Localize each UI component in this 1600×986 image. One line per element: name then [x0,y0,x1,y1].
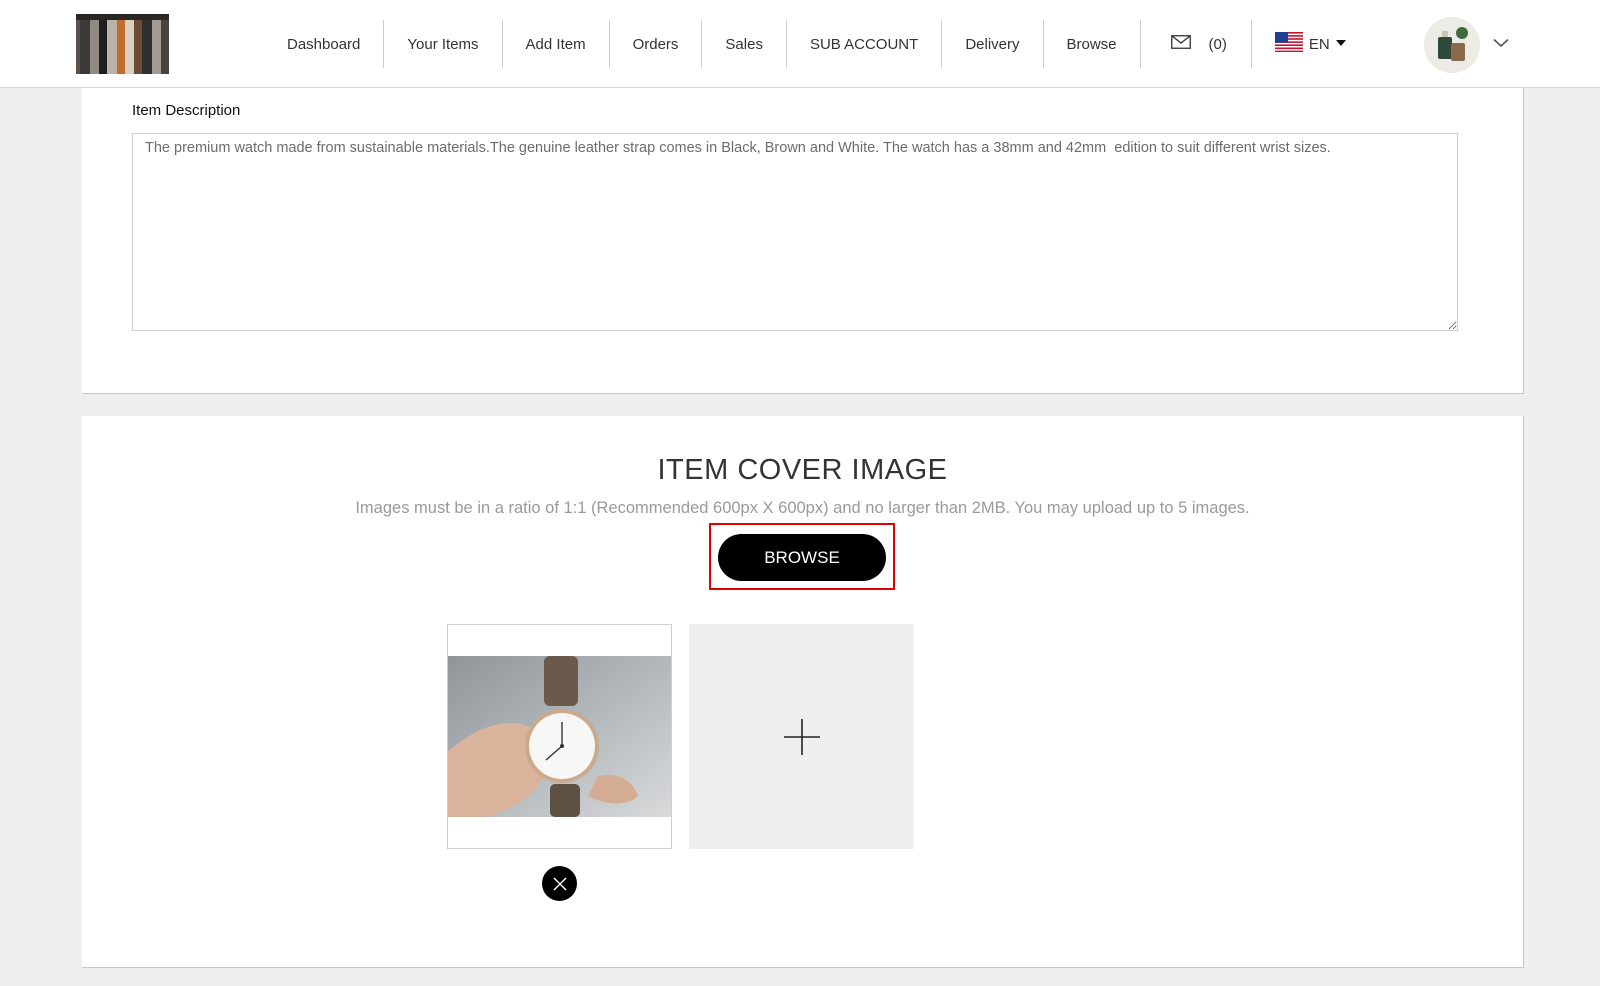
uploaded-image-thumbnail [447,624,672,849]
nav-sub-account[interactable]: SUB ACCOUNT [787,20,943,68]
section-title: ITEM COVER IMAGE [657,454,948,486]
clothes-rack-logo[interactable] [76,14,169,74]
messages-link[interactable]: (0) [1141,20,1252,68]
remove-image-button[interactable] [542,866,577,901]
upload-hint: Images must be in a ratio of 1:1 (Recomm… [355,499,1250,517]
plus-icon [783,718,820,755]
item-cover-image-panel: ITEM COVER IMAGE Images must be in a rat… [82,416,1524,968]
nav-dashboard[interactable]: Dashboard [264,20,385,68]
language-code: EN [1308,35,1330,53]
envelope-icon [1170,35,1209,53]
browse-highlight: BROWSE [709,523,895,590]
item-description-panel: Item Description The premium watch made … [82,88,1524,394]
add-image-tile[interactable] [689,624,914,849]
avatar[interactable] [1424,17,1480,73]
message-count: (0) [1208,35,1227,53]
nav-delivery[interactable]: Delivery [942,20,1044,68]
nav-orders[interactable]: Orders [610,20,703,68]
nav-your-items[interactable]: Your Items [384,20,503,68]
nav-browse[interactable]: Browse [1044,20,1141,68]
item-description-textarea[interactable]: The premium watch made from sustainable … [132,133,1458,331]
browse-button[interactable]: BROWSE [718,534,886,581]
caret-down-icon [1335,40,1346,46]
nav-sales[interactable]: Sales [702,20,787,68]
watch-photo [448,656,671,817]
nav-add-item[interactable]: Add Item [503,20,610,68]
item-description-label: Item Description [132,102,241,119]
top-navbar: Dashboard Your Items Add Item Orders Sal… [0,0,1600,88]
main-nav: Dashboard Your Items Add Item Orders Sal… [264,20,1346,68]
us-flag-icon [1274,32,1309,56]
language-selector[interactable]: EN [1252,20,1346,68]
chevron-down-icon[interactable] [1493,35,1509,53]
close-icon [553,877,566,890]
